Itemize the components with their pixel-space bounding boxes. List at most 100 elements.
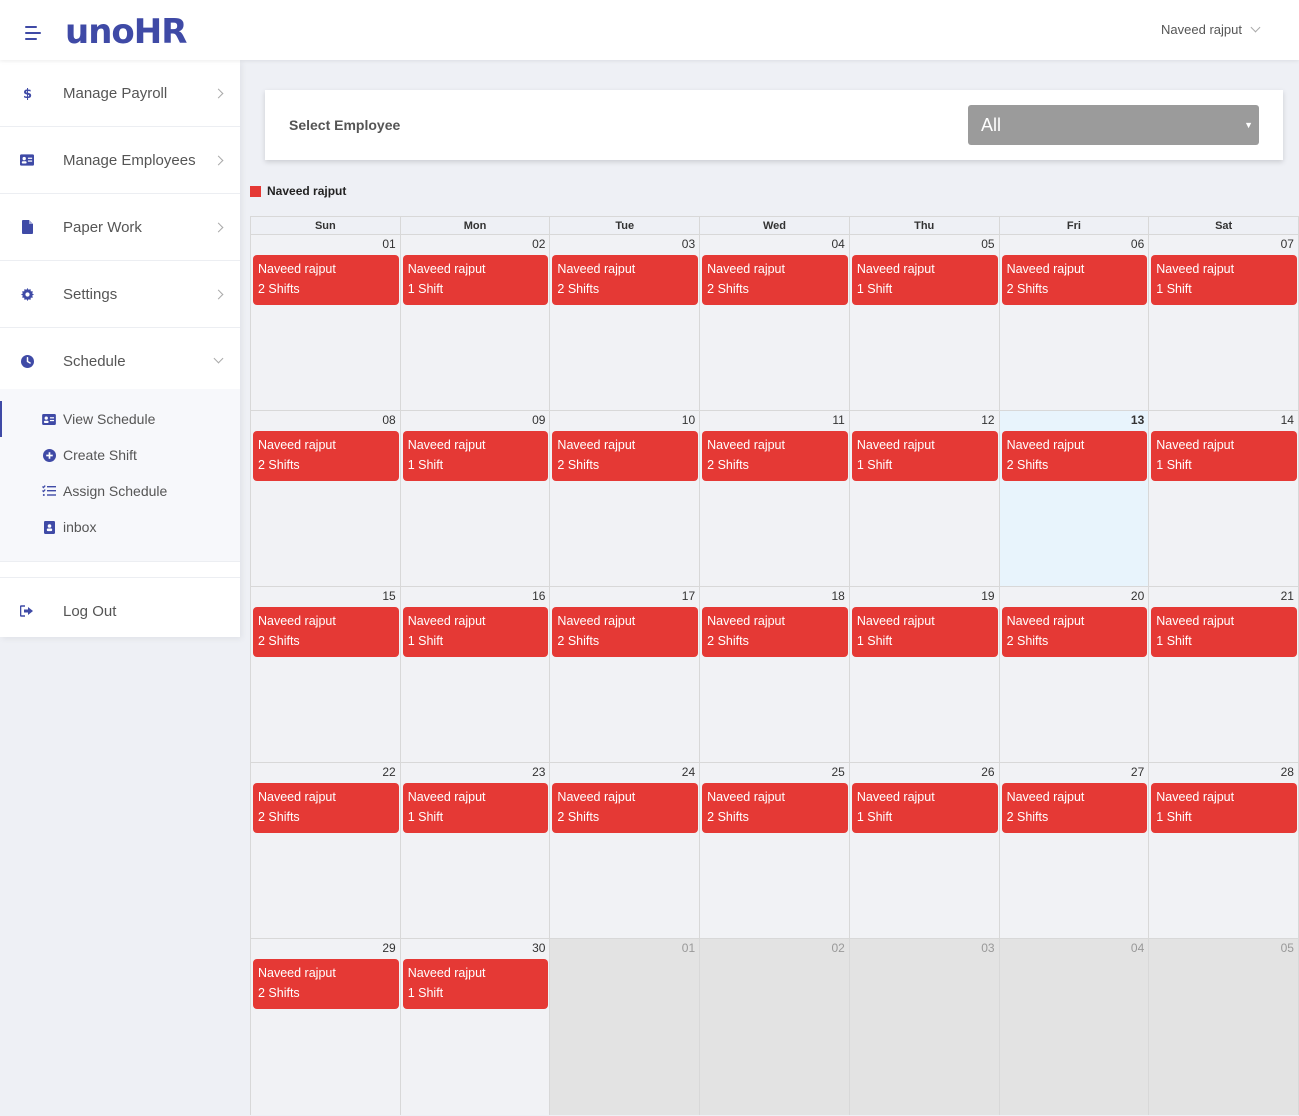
sidebar-item-settings[interactable]: Settings [0, 261, 240, 328]
shift-event[interactable]: Naveed rajput 2 Shifts [253, 255, 399, 305]
shift-event[interactable]: Naveed rajput 1 Shift [402, 607, 549, 657]
weekday-label: Wed [700, 217, 850, 235]
calendar-day-cell[interactable]: 18 Naveed rajput 2 Shifts [700, 587, 850, 762]
employee-select[interactable]: All ▼ [968, 105, 1259, 145]
shift-event[interactable]: Naveed rajput 2 Shifts [253, 607, 399, 657]
sidebar-item-paper-work[interactable]: Paper Work [0, 194, 240, 261]
calendar-day-cell[interactable]: 30 Naveed rajput 1 Shift [400, 939, 551, 1115]
calendar-day-cell[interactable]: 05 Naveed rajput 1 Shift [849, 235, 1000, 410]
calendar-day-cell[interactable]: 07 Naveed rajput 1 Shift [1149, 235, 1299, 410]
schedule-calendar: Sun Mon Tue Wed Thu Fri Sat 01 Naveed raj… [250, 216, 1299, 1115]
shift-event[interactable]: Naveed rajput 2 Shifts [552, 255, 699, 305]
shift-event-count: 1 Shift [407, 634, 444, 648]
calendar-day-cell[interactable]: 02 [700, 939, 850, 1115]
shift-event[interactable]: Naveed rajput 2 Shifts [253, 431, 399, 481]
shift-event-employee: Naveed rajput [856, 790, 935, 804]
shift-event[interactable]: Naveed rajput 2 Shifts [1001, 783, 1148, 833]
calendar-day-cell[interactable]: 03 Naveed rajput 2 Shifts [550, 235, 701, 410]
sidebar-item-schedule[interactable]: Schedule [0, 328, 240, 395]
shift-event[interactable]: Naveed rajput 1 Shift [402, 431, 549, 481]
calendar-day-cell[interactable]: 24 Naveed rajput 2 Shifts [550, 763, 701, 938]
calendar-day-cell[interactable]: 25 Naveed rajput 2 Shifts [700, 763, 850, 938]
shift-event[interactable]: Naveed rajput 1 Shift [1151, 607, 1297, 657]
sidebar-item-label: Schedule [63, 353, 126, 370]
day-number: 04 [831, 237, 845, 251]
file-icon [20, 220, 34, 234]
calendar-day-cell[interactable]: 12 Naveed rajput 1 Shift [849, 411, 1000, 586]
shift-event[interactable]: Naveed rajput 1 Shift [1151, 431, 1297, 481]
calendar-day-cell[interactable]: 09 Naveed rajput 1 Shift [400, 411, 551, 586]
shift-event-count: 2 Shifts [707, 282, 749, 296]
calendar-day-cell[interactable]: 08 Naveed rajput 2 Shifts [251, 411, 401, 586]
shift-event[interactable]: Naveed rajput 2 Shifts [552, 607, 699, 657]
sign-out-icon [20, 604, 34, 618]
shift-event[interactable]: Naveed rajput 1 Shift [851, 783, 998, 833]
plus-circle-icon [42, 448, 56, 462]
calendar-day-cell[interactable]: 27 Naveed rajput 2 Shifts [999, 763, 1150, 938]
calendar-day-cell[interactable]: 01 Naveed rajput 2 Shifts [251, 235, 401, 410]
shift-event[interactable]: Naveed rajput 2 Shifts [552, 783, 699, 833]
shift-event[interactable]: Naveed rajput 1 Shift [402, 783, 549, 833]
calendar-day-cell[interactable]: 19 Naveed rajput 1 Shift [849, 587, 1000, 762]
shift-event[interactable]: Naveed rajput 2 Shifts [253, 959, 399, 1009]
calendar-day-cell[interactable]: 17 Naveed rajput 2 Shifts [550, 587, 701, 762]
submenu-item-create-shift[interactable]: Create Shift [0, 437, 240, 473]
user-menu[interactable]: Naveed rajput [1161, 22, 1261, 37]
shift-event[interactable]: Naveed rajput 1 Shift [402, 959, 549, 1009]
calendar-day-cell[interactable]: 21 Naveed rajput 1 Shift [1149, 587, 1299, 762]
submenu-item-view-schedule[interactable]: View Schedule [0, 401, 240, 437]
calendar-day-cell[interactable]: 15 Naveed rajput 2 Shifts [251, 587, 401, 762]
sidebar-item-manage-payroll[interactable]: $ Manage Payroll [0, 60, 240, 127]
shift-event-employee: Naveed rajput [1156, 262, 1235, 276]
submenu-item-inbox[interactable]: inbox [0, 509, 240, 545]
shift-event-employee: Naveed rajput [258, 614, 336, 628]
shift-event-count: 1 Shift [856, 634, 893, 648]
shift-event[interactable]: Naveed rajput 2 Shifts [1001, 431, 1148, 481]
sidebar-item-manage-employees[interactable]: Manage Employees [0, 127, 240, 194]
calendar-day-cell[interactable]: 03 [849, 939, 1000, 1115]
shift-event[interactable]: Naveed rajput 1 Shift [851, 607, 998, 657]
calendar-day-cell[interactable]: 20 Naveed rajput 2 Shifts [999, 587, 1150, 762]
calendar-day-cell[interactable]: 10 Naveed rajput 2 Shifts [550, 411, 701, 586]
weekday-label: Fri [1000, 217, 1150, 235]
shift-event[interactable]: Naveed rajput 2 Shifts [702, 607, 848, 657]
shift-event[interactable]: Naveed rajput 1 Shift [1151, 255, 1297, 305]
calendar-day-cell[interactable]: 28 Naveed rajput 1 Shift [1149, 763, 1299, 938]
shift-event[interactable]: Naveed rajput 1 Shift [402, 255, 549, 305]
calendar-day-cell[interactable]: 11 Naveed rajput 2 Shifts [700, 411, 850, 586]
shift-event[interactable]: Naveed rajput 2 Shifts [702, 431, 848, 481]
shift-event[interactable]: Naveed rajput 1 Shift [851, 255, 998, 305]
calendar-day-cell[interactable]: 23 Naveed rajput 1 Shift [400, 763, 551, 938]
shift-event[interactable]: Naveed rajput 2 Shifts [552, 431, 699, 481]
shift-event[interactable]: Naveed rajput 2 Shifts [702, 255, 848, 305]
calendar-day-cell[interactable]: 04 Naveed rajput 2 Shifts [700, 235, 850, 410]
shift-event[interactable]: Naveed rajput 2 Shifts [1001, 255, 1148, 305]
shift-event[interactable]: Naveed rajput 2 Shifts [702, 783, 848, 833]
submenu-item-assign-schedule[interactable]: Assign Schedule [0, 473, 240, 509]
calendar-week-row: 01 Naveed rajput 2 Shifts 02 Naveed rajput 1 … [251, 235, 1299, 411]
shift-event-employee: Naveed rajput [407, 790, 486, 804]
calendar-day-cell[interactable]: 01 [550, 939, 701, 1115]
calendar-weekday-header: Sun Mon Tue Wed Thu Fri Sat [251, 216, 1299, 235]
calendar-day-cell[interactable]: 26 Naveed rajput 1 Shift [849, 763, 1000, 938]
hamburger-menu-icon[interactable] [25, 26, 43, 42]
calendar-day-cell[interactable]: 05 [1149, 939, 1299, 1115]
app-logo[interactable]: unoHR [65, 12, 187, 52]
calendar-day-cell[interactable]: 29 Naveed rajput 2 Shifts [251, 939, 401, 1115]
calendar-day-cell[interactable]: 16 Naveed rajput 1 Shift [400, 587, 551, 762]
shift-event[interactable]: Naveed rajput 1 Shift [1151, 783, 1297, 833]
calendar-day-cell[interactable]: 06 Naveed rajput 2 Shifts [999, 235, 1150, 410]
shift-event-employee: Naveed rajput [707, 790, 785, 804]
shift-event[interactable]: Naveed rajput 1 Shift [851, 431, 998, 481]
shift-event[interactable]: Naveed rajput 2 Shifts [1001, 607, 1148, 657]
calendar-day-cell[interactable]: 13 Naveed rajput 2 Shifts [999, 411, 1150, 586]
calendar-day-cell[interactable]: 04 [999, 939, 1150, 1115]
sidebar-item-label: Settings [63, 285, 118, 303]
calendar-day-cell[interactable]: 02 Naveed rajput 1 Shift [400, 235, 551, 410]
shift-event-count: 1 Shift [407, 810, 444, 824]
shift-event[interactable]: Naveed rajput 2 Shifts [253, 783, 399, 833]
calendar-day-cell[interactable]: 14 Naveed rajput 1 Shift [1149, 411, 1299, 586]
sidebar-item-log-out[interactable]: Log Out [0, 577, 240, 644]
calendar-day-cell[interactable]: 22 Naveed rajput 2 Shifts [251, 763, 401, 938]
day-number: 28 [1280, 765, 1294, 779]
